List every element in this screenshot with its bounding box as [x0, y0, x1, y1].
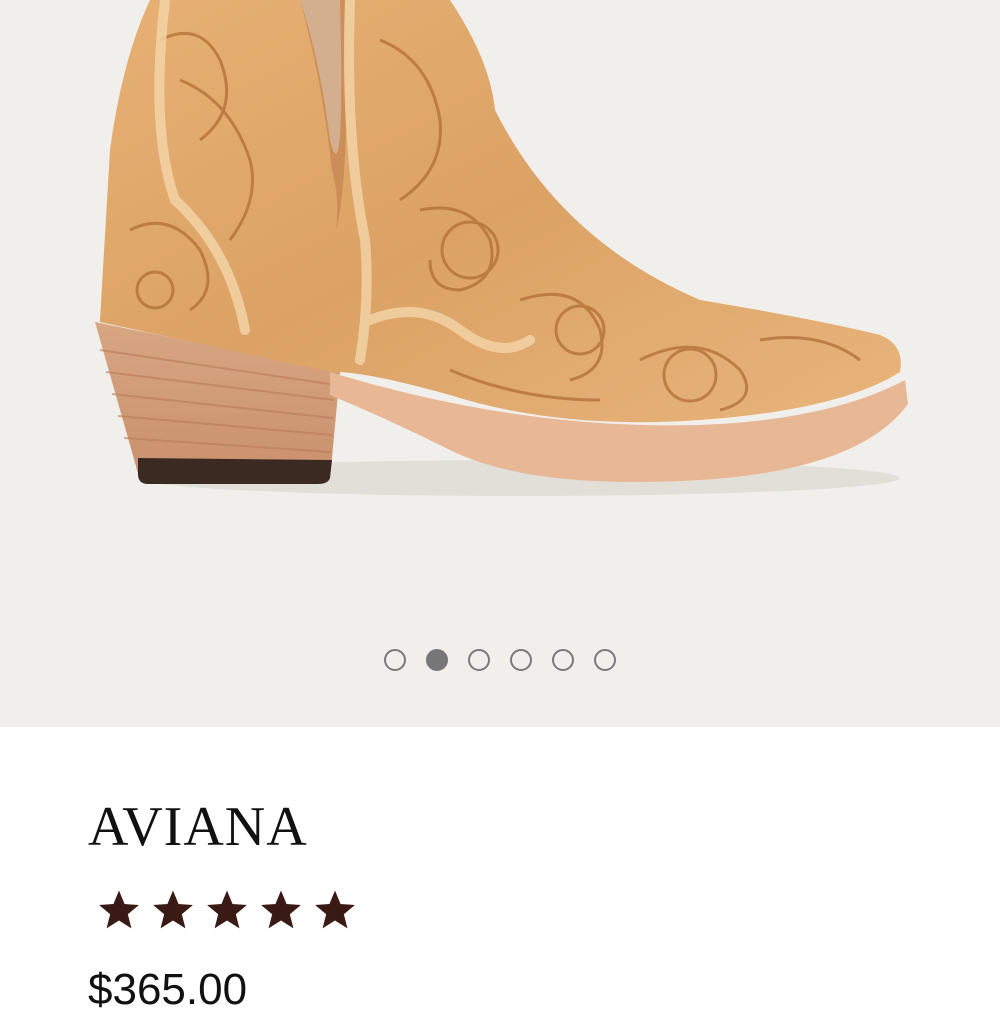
star-rating[interactable] — [96, 887, 358, 933]
product-image-boot[interactable] — [0, 0, 1000, 620]
product-info: AVIANA $365.00 — [0, 727, 1000, 1014]
carousel-dot-3[interactable] — [468, 649, 490, 671]
star-icon — [99, 890, 139, 929]
star-icon — [261, 890, 301, 929]
carousel-dot-4[interactable] — [510, 649, 532, 671]
carousel-dot-2-active[interactable] — [426, 649, 448, 671]
star-icon — [207, 890, 247, 929]
star-icon — [315, 890, 355, 929]
product-title: AVIANA — [88, 796, 308, 858]
carousel-dot-6[interactable] — [594, 649, 616, 671]
carousel-dot-5[interactable] — [552, 649, 574, 671]
carousel-dots — [0, 647, 1000, 673]
star-icon — [153, 890, 193, 929]
product-image-gallery[interactable] — [0, 0, 1000, 727]
product-price: $365.00 — [88, 965, 248, 1014]
carousel-dot-1[interactable] — [384, 649, 406, 671]
